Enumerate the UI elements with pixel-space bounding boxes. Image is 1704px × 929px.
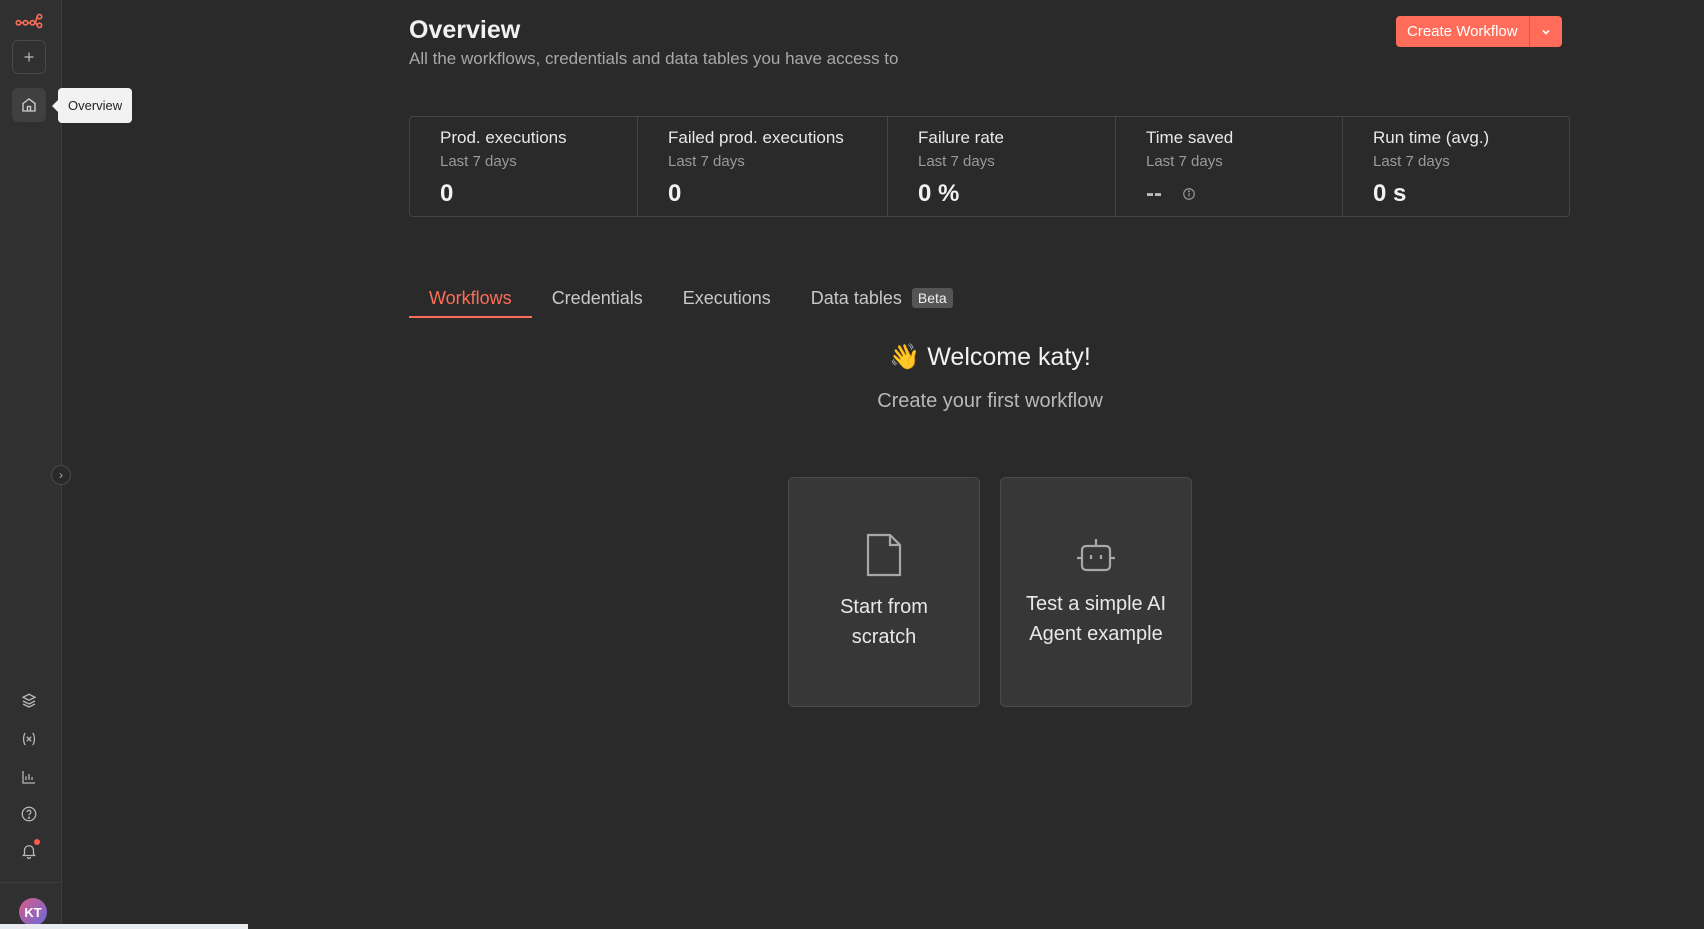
- stat-value-text: 0 %: [918, 180, 960, 207]
- stat-prod-executions[interactable]: Prod. executions Last 7 days 0: [410, 117, 638, 216]
- collapse-sidebar-button[interactable]: ›: [51, 465, 71, 485]
- stat-label: Time saved: [1146, 128, 1234, 147]
- sidebar: › KT: [0, 0, 71, 929]
- stat-period: Last 7 days: [1373, 153, 1450, 170]
- stat-failed-executions[interactable]: Failed prod. executions Last 7 days 0: [638, 117, 888, 216]
- page-subtitle: All the workflows, credentials and data …: [409, 49, 899, 68]
- stat-label: Prod. executions: [440, 128, 567, 147]
- help-icon[interactable]: [12, 797, 46, 831]
- create-options-dropdown[interactable]: [1528, 16, 1562, 47]
- notifications-icon[interactable]: [12, 834, 46, 868]
- page-title: Overview: [409, 16, 521, 44]
- stat-value: 0 %: [918, 180, 1115, 208]
- stat-value: 0: [668, 180, 887, 208]
- stat-run-time[interactable]: Run time (avg.) Last 7 days 0 s: [1343, 117, 1569, 216]
- stat-period: Last 7 days: [668, 153, 745, 170]
- file-icon: [866, 533, 902, 577]
- stat-label: Run time (avg.): [1373, 128, 1490, 147]
- overview-tooltip: Overview: [51, 88, 133, 123]
- stat-failure-rate[interactable]: Failure rate Last 7 days 0 %: [888, 117, 1116, 216]
- stat-period: Last 7 days: [1146, 153, 1223, 170]
- tab-bar: Workflows Credentials Executions Data ta…: [409, 282, 973, 318]
- tab-workflows[interactable]: Workflows: [409, 282, 532, 318]
- create-workflow-button[interactable]: Create Workflow: [1396, 16, 1529, 47]
- stat-value-text: 0: [440, 180, 454, 207]
- templates-icon[interactable]: [12, 684, 46, 718]
- chevron-down-icon: [1542, 29, 1550, 35]
- stat-time-saved[interactable]: Time saved Last 7 days --: [1116, 117, 1343, 216]
- stat-label: Failed prod. executions: [668, 128, 844, 147]
- sidebar-divider: [0, 882, 62, 883]
- beta-badge: Beta: [911, 288, 953, 308]
- add-button[interactable]: [12, 40, 46, 74]
- notification-dot: [34, 839, 40, 845]
- tab-data-tables[interactable]: Data tables Beta: [791, 282, 973, 318]
- info-icon[interactable]: [1182, 187, 1196, 201]
- welcome-title: 👋 Welcome katy!: [889, 343, 1091, 371]
- stat-value-text: --: [1146, 180, 1162, 207]
- home-icon[interactable]: [12, 88, 46, 122]
- welcome-subtitle: Create your first workflow: [877, 390, 1103, 412]
- card-label: Test a simple AI Agent example: [1025, 593, 1167, 645]
- stat-value: --: [1146, 180, 1342, 208]
- tab-executions[interactable]: Executions: [663, 282, 791, 318]
- avatar[interactable]: KT: [19, 898, 47, 926]
- tab-credentials[interactable]: Credentials: [532, 282, 663, 318]
- card-label: Start from scratch: [840, 596, 928, 648]
- create-workflow-group: Create Workflow: [1396, 16, 1562, 47]
- stat-value-text: 0 s: [1373, 180, 1407, 207]
- n8n-logo-icon[interactable]: [12, 4, 46, 38]
- robot-icon: [1077, 539, 1115, 572]
- stat-value-text: 0: [668, 180, 682, 207]
- variables-icon[interactable]: [12, 722, 46, 756]
- stat-value: 0 s: [1373, 180, 1569, 208]
- stat-label: Failure rate: [918, 128, 1004, 147]
- status-bar: [0, 924, 248, 929]
- ai-agent-example-card[interactable]: Test a simple AI Agent example: [1000, 477, 1192, 707]
- start-from-scratch-card[interactable]: Start from scratch: [788, 477, 980, 707]
- tab-label: Data tables: [810, 288, 902, 308]
- stat-period: Last 7 days: [918, 153, 995, 170]
- insights-icon[interactable]: [12, 760, 46, 794]
- stats-panel: Prod. executions Last 7 days 0 Failed pr…: [409, 116, 1570, 217]
- stat-value: 0: [440, 180, 637, 208]
- stat-period: Last 7 days: [440, 153, 517, 170]
